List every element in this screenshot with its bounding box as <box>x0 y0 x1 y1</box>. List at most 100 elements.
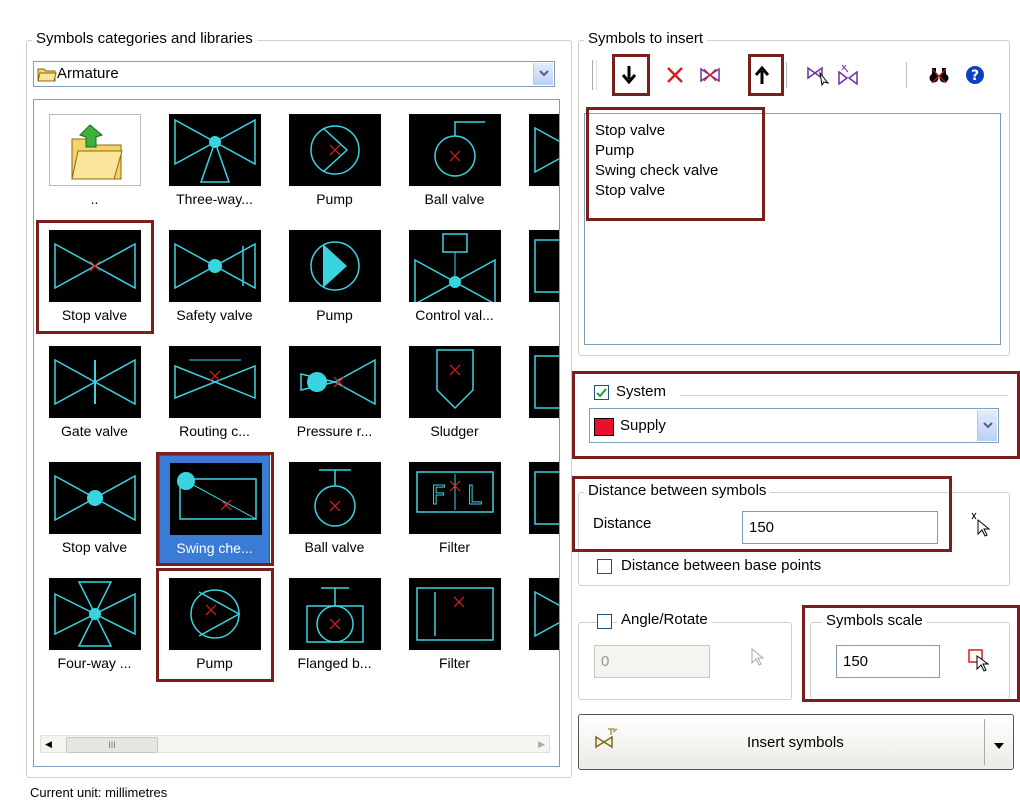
folder-open-icon <box>37 66 57 82</box>
symbol-thumbnail: FL <box>409 462 501 534</box>
symbols-to-insert-title: Symbols to insert <box>584 30 708 47</box>
symbol-tile[interactable]: Filter <box>399 571 510 681</box>
symbol-tile[interactable]: But <box>519 339 559 449</box>
symbol-tile[interactable]: S <box>519 455 559 565</box>
symbol-tile[interactable]: .. <box>39 107 150 217</box>
symbol-tile-label: Nor <box>519 655 559 671</box>
symbol-tile[interactable]: Stop valve <box>39 455 150 565</box>
symbol-library-grid: .. Three-way... Pump Ball valve Ca Stop valve… <box>33 99 560 767</box>
symbol-tile-label: Ball valve <box>304 539 365 555</box>
symbol-thumbnail <box>49 462 141 534</box>
symbol-thumbnail <box>49 578 141 650</box>
symbol-tile[interactable]: Four-way ... <box>39 571 150 681</box>
symbol-tile[interactable]: Nor <box>519 571 559 681</box>
scroll-left-icon[interactable]: ◀ <box>45 739 52 750</box>
select-symbol-icon[interactable] <box>833 60 863 90</box>
scroll-right-icon[interactable]: ▶ <box>538 739 545 750</box>
symbol-thumbnail <box>529 230 559 302</box>
split-divider <box>984 719 985 765</box>
base-points-checkbox[interactable] <box>597 559 612 574</box>
symbol-tile-label: Stop valve <box>61 539 128 555</box>
help-icon[interactable]: ? <box>960 60 990 90</box>
insert-symbols-button[interactable]: Insert symbols <box>578 714 1014 770</box>
symbol-tile[interactable]: Gate valve <box>39 339 150 449</box>
toolbar-separator-2 <box>906 62 907 88</box>
highlight-list <box>586 107 765 221</box>
symbol-thumbnail <box>49 346 141 418</box>
symbol-tile[interactable]: Ball valve <box>399 107 510 217</box>
symbol-tile-label: Pump <box>316 191 353 207</box>
scroll-thumb[interactable]: III <box>66 737 158 753</box>
symbol-thumbnail <box>289 230 381 302</box>
symbol-thumbnail <box>529 346 559 418</box>
symbol-tile-label: Sludger <box>430 423 479 439</box>
symbol-thumbnail <box>169 346 261 418</box>
svg-text:L: L <box>467 481 482 511</box>
symbol-tile[interactable]: Ca <box>519 107 559 217</box>
categories-group-title: Symbols categories and libraries <box>32 30 257 47</box>
highlight-swing-check <box>156 452 274 566</box>
chevron-down-icon[interactable] <box>533 63 553 85</box>
symbol-tile-label: .. <box>90 191 99 207</box>
pick-symbol-icon[interactable] <box>803 60 833 90</box>
symbol-tile[interactable]: Sludger <box>399 339 510 449</box>
symbol-thumbnail <box>529 462 559 534</box>
horizontal-scrollbar[interactable]: ◀ III ▶ <box>40 735 550 753</box>
symbol-tile[interactable]: Pump <box>279 107 390 217</box>
symbol-tile[interactable]: Control val... <box>399 223 510 333</box>
toolbar-grip <box>592 60 597 90</box>
symbol-tile-label: Safety valve <box>176 307 253 323</box>
symbol-tile[interactable]: Ball valve <box>279 455 390 565</box>
symbol-thumbnail <box>289 462 381 534</box>
svg-text:?: ? <box>971 68 979 84</box>
symbol-tile-label: Four-way ... <box>57 655 132 671</box>
angle-input: 0 <box>594 645 710 678</box>
symbol-tile[interactable]: Shu <box>519 223 559 333</box>
insert-symbols-label: Insert symbols <box>747 734 844 751</box>
symbol-tile[interactable]: Pressure r... <box>279 339 390 449</box>
symbol-tile-label: Ca <box>519 191 559 207</box>
insert-valve-icon <box>594 727 620 753</box>
highlight-move-down <box>612 54 650 96</box>
category-value: Armature <box>57 65 119 82</box>
symbol-tile-label: Ball valve <box>424 191 485 207</box>
symbol-thumbnail <box>169 230 261 302</box>
symbol-tile[interactable]: Pump <box>279 223 390 333</box>
dropdown-arrow-icon[interactable] <box>993 737 1005 754</box>
pick-angle-cursor-icon <box>744 645 766 675</box>
angle-checkbox[interactable] <box>597 614 612 629</box>
symbol-thumbnail <box>409 114 501 186</box>
symbol-tile[interactable]: F L Filter <box>399 455 510 565</box>
clear-valve-icon[interactable] <box>695 60 725 90</box>
symbol-thumbnail <box>529 578 559 650</box>
symbol-tile[interactable]: Safety valve <box>159 223 270 333</box>
symbol-tile-label: Filter <box>438 655 471 671</box>
toolbar-separator <box>786 62 787 88</box>
category-combo[interactable]: Armature <box>33 61 555 87</box>
symbol-tile-label: S <box>519 539 559 555</box>
base-points-label: Distance between base points <box>621 557 822 574</box>
symbol-tile-label: Gate valve <box>61 423 128 439</box>
symbol-tile-label: But <box>519 423 559 439</box>
angle-label: Angle/Rotate <box>617 611 712 628</box>
delete-icon[interactable] <box>660 60 690 90</box>
symbol-thumbnail <box>409 230 501 306</box>
svg-text:F: F <box>431 481 446 511</box>
symbol-tile[interactable]: Flanged b... <box>279 571 390 681</box>
symbol-tile-label: Pressure r... <box>296 423 373 439</box>
find-binoculars-icon[interactable] <box>924 60 954 90</box>
symbol-tile[interactable]: Routing c... <box>159 339 270 449</box>
symbol-thumbnail <box>289 114 381 186</box>
highlight-pump <box>156 568 274 682</box>
highlight-distance <box>572 476 952 552</box>
highlight-move-up <box>748 54 784 96</box>
symbol-tile[interactable]: Three-way... <box>159 107 270 217</box>
current-unit-text: Current unit: millimetres <box>30 785 168 800</box>
symbol-tile-label: Pump <box>316 307 353 323</box>
symbol-thumbnail <box>529 114 559 186</box>
pick-distance-cursor-icon[interactable] <box>970 512 992 542</box>
symbol-tile-label: Filter <box>438 539 471 555</box>
symbol-tile-label: Control val... <box>415 307 494 323</box>
highlight-stop-valve <box>36 220 154 334</box>
symbol-tile-label: Three-way... <box>176 191 253 207</box>
